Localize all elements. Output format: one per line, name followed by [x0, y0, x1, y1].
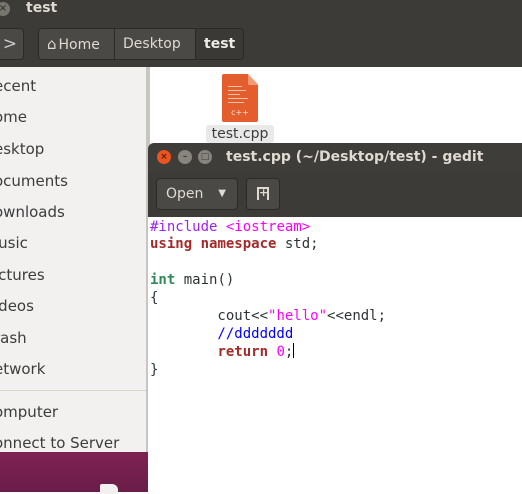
text-line-icon: [228, 90, 246, 91]
code-line-5: {: [150, 290, 159, 306]
path-button-desktop[interactable]: Desktop: [115, 28, 196, 60]
maximize-window-button[interactable]: □: [198, 150, 212, 164]
code-token: cout<<: [150, 308, 269, 324]
sidebar: ecent ome esktop ocuments ownloads lusic…: [0, 67, 147, 452]
code-line-4: int main(): [150, 271, 234, 289]
code-line-2: using namespace std;: [150, 235, 319, 253]
code-editor[interactable]: #include <iostream> using namespace std;…: [148, 217, 522, 492]
string-token: "hello": [268, 308, 328, 324]
forward-button[interactable]: >: [0, 28, 24, 60]
sidebar-item-downloads[interactable]: ownloads: [0, 200, 65, 224]
type-token: int: [150, 272, 176, 288]
file-icon-language: c++: [231, 108, 249, 117]
cpp-file-icon[interactable]: c++: [222, 74, 258, 122]
code-line-8: return 0;: [150, 343, 295, 361]
comment-token: //ddddddd: [150, 326, 294, 342]
sidebar-item-home[interactable]: ome: [0, 105, 27, 129]
close-window-button[interactable]: ×: [157, 150, 171, 164]
preprocessor-token: #include: [150, 219, 218, 235]
file-manager-title: test: [26, 0, 58, 16]
sidebar-item-recent[interactable]: ecent: [0, 74, 36, 98]
sidebar-item-videos[interactable]: ideos: [0, 294, 34, 318]
gedit-title: test.cpp (~/Desktop/test) - gedit: [226, 149, 484, 165]
minimize-window-button[interactable]: –: [178, 150, 192, 164]
text-line-icon: [228, 98, 248, 99]
code-token: main(): [175, 272, 235, 288]
code-line-7: //ddddddd: [150, 325, 293, 343]
sidebar-item-computer[interactable]: omputer: [0, 400, 58, 424]
code-token: <<endl;: [327, 308, 387, 324]
chevron-down-icon: ▼: [218, 188, 226, 199]
new-document-button[interactable]: +: [246, 178, 280, 210]
text-line-icon: [228, 86, 242, 87]
code-line-9: }: [150, 362, 159, 378]
path-home-label: Home: [58, 37, 100, 53]
keyword-token: return: [217, 344, 269, 360]
text-line-icon: [228, 94, 240, 95]
sidebar-item-documents[interactable]: ocuments: [0, 169, 68, 193]
number-token: 0: [276, 344, 285, 360]
keyword-token: using: [150, 236, 193, 252]
open-button[interactable]: Open ▼: [156, 178, 238, 210]
sidebar-item-trash[interactable]: rash: [0, 326, 27, 350]
file-manager-titlebar: [0, 0, 522, 20]
code-token: ;: [284, 344, 294, 360]
code-line-1: #include <iostream>: [150, 218, 310, 236]
path-button-test[interactable]: test: [196, 28, 244, 60]
sidebar-item-network[interactable]: etwork: [0, 357, 45, 381]
open-button-label: Open: [166, 186, 204, 202]
sidebar-divider: [0, 390, 146, 391]
code-line-6: cout<<"hello"<<endl;: [150, 307, 386, 325]
file-name-label[interactable]: test.cpp: [206, 125, 274, 143]
sidebar-item-music[interactable]: lusic: [0, 231, 28, 255]
include-token: <iostream>: [225, 219, 311, 235]
home-icon: ⌂: [47, 35, 57, 53]
path-button-home[interactable]: ⌂ Home: [38, 28, 115, 60]
code-token: std;: [276, 236, 319, 252]
desktop-background: [0, 452, 148, 492]
plus-icon: +: [259, 186, 269, 199]
text-cursor: [293, 343, 295, 358]
sidebar-item-pictures[interactable]: ictures: [0, 263, 45, 287]
desktop-file-icon[interactable]: [100, 484, 118, 494]
keyword-token: namespace: [200, 236, 277, 252]
text-line-icon: [228, 102, 244, 103]
sidebar-item-desktop[interactable]: esktop: [0, 137, 44, 161]
